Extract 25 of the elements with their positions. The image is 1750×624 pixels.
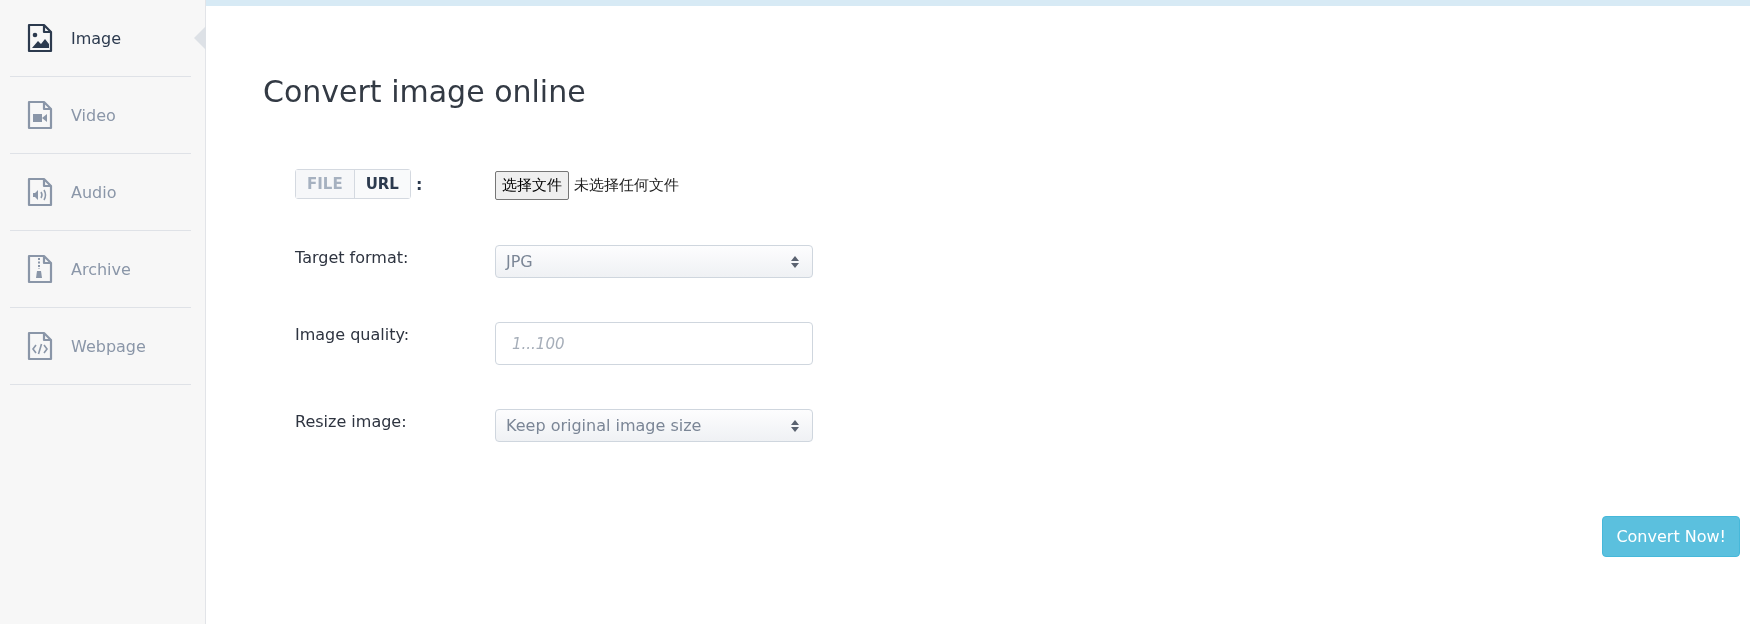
- zip-file-icon: [27, 254, 53, 284]
- convert-button[interactable]: Convert Now!: [1602, 516, 1740, 557]
- dropdown-arrows-icon: [790, 418, 800, 433]
- sidebar-item[interactable]: Archive: [10, 231, 191, 308]
- dropdown-arrows-icon: [790, 254, 800, 269]
- sidebar-item[interactable]: Webpage: [10, 308, 191, 385]
- file-status: 未选择任何文件: [574, 175, 679, 195]
- source-tab[interactable]: FILE: [296, 170, 354, 198]
- page-title: Convert image online: [263, 74, 587, 109]
- sidebar-item[interactable]: Audio: [10, 154, 191, 231]
- field-label: Resize image:: [295, 411, 407, 431]
- choose-file-button[interactable]: 选择文件: [495, 170, 569, 200]
- audio-file-icon: [27, 177, 53, 207]
- image-file-icon: [27, 23, 53, 53]
- select-field[interactable]: Keep original image size: [495, 409, 813, 442]
- sidebar-item[interactable]: Video: [10, 77, 191, 154]
- source-tab[interactable]: URL: [353, 170, 410, 198]
- video-file-icon: [27, 100, 53, 130]
- input-field[interactable]: 1...100: [495, 322, 813, 365]
- select-field[interactable]: JPG: [495, 245, 813, 278]
- field-label: Image quality:: [295, 324, 410, 344]
- code-file-icon: [27, 331, 53, 361]
- sidebar-item[interactable]: Image: [10, 0, 191, 77]
- field-label: Target format:: [295, 247, 409, 267]
- colon: :: [415, 174, 423, 194]
